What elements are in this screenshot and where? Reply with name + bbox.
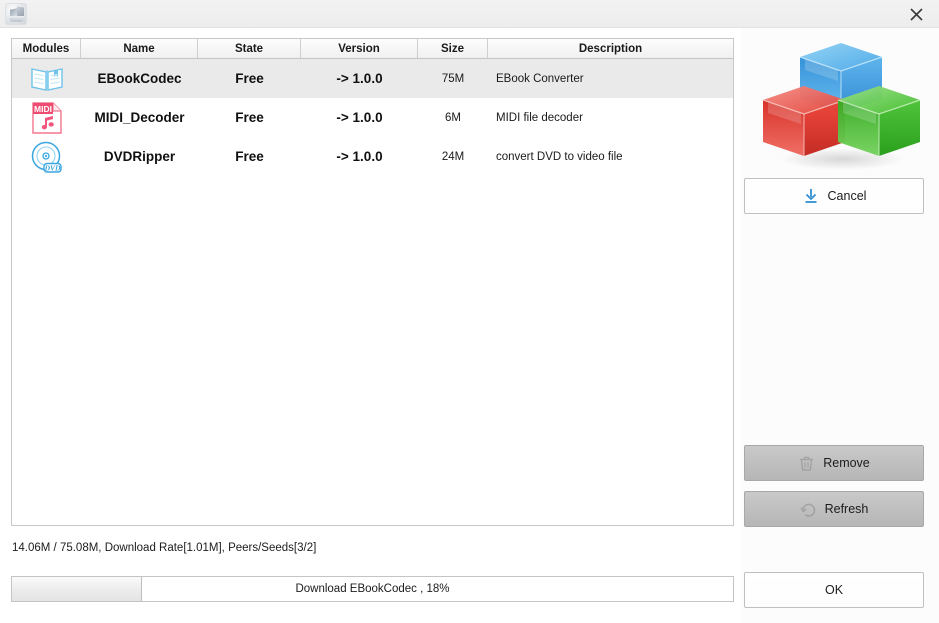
row-description: MIDI file decoder (496, 111, 583, 124)
refresh-button[interactable]: Refresh (744, 491, 924, 527)
column-header-state[interactable]: State (198, 39, 301, 58)
row-name: MIDI_Decoder (94, 110, 185, 125)
refresh-icon (800, 501, 817, 518)
ok-button-label: OK (824, 583, 844, 597)
app-modules-icon (5, 3, 27, 25)
trash-icon (798, 455, 815, 472)
column-header-name[interactable]: Name (81, 39, 198, 58)
row-version: -> 1.0.0 (336, 110, 383, 125)
cancel-button-label: Cancel (827, 189, 867, 203)
table-row[interactable]: EBookCodec Free -> 1.0.0 75M EBook Conve… (12, 59, 733, 98)
row-size: 24M (441, 150, 465, 163)
close-icon[interactable] (893, 0, 939, 28)
table-row[interactable]: DVD DVDRipper Free -> 1.0.0 24M convert … (12, 137, 733, 176)
row-version: -> 1.0.0 (336, 149, 383, 164)
cancel-button[interactable]: Cancel (744, 178, 924, 214)
row-state: Free (235, 149, 264, 164)
three-cubes-logo (760, 35, 923, 175)
modules-table[interactable]: Modules Name State Version Size Descript… (11, 38, 734, 526)
row-module-icon-cell: MIDI (12, 98, 81, 137)
row-description: EBook Converter (496, 72, 584, 85)
row-description: convert DVD to video file (496, 150, 623, 163)
table-header-row: Modules Name State Version Size Descript… (12, 39, 733, 59)
row-state: Free (235, 71, 264, 86)
midi-file-icon: MIDI (28, 101, 66, 135)
side-panel: Cancel Remove Refresh OK (742, 28, 939, 623)
row-module-icon-cell: DVD (12, 137, 81, 176)
dvd-disc-icon: DVD (28, 140, 66, 174)
column-header-modules[interactable]: Modules (12, 39, 81, 58)
title-bar (0, 0, 939, 28)
row-name: DVDRipper (103, 149, 176, 164)
table-row[interactable]: MIDI MIDI_Decoder Free -> 1.0.0 6M MIDI … (12, 98, 733, 137)
row-size: 75M (441, 72, 465, 85)
column-header-version[interactable]: Version (301, 39, 418, 58)
download-status-text: 14.06M / 75.08M, Download Rate[1.01M], P… (12, 542, 317, 554)
row-module-icon-cell (12, 59, 81, 98)
svg-text:MIDI: MIDI (34, 104, 52, 114)
download-arrow-icon (802, 187, 820, 205)
book-icon (28, 62, 66, 96)
download-progress-bar: Download EBookCodec , 18% (11, 576, 734, 602)
row-state: Free (235, 110, 264, 125)
svg-text:DVD: DVD (43, 163, 60, 172)
ok-button[interactable]: OK (744, 572, 924, 608)
row-name: EBookCodec (97, 71, 182, 86)
row-version: -> 1.0.0 (336, 71, 383, 86)
row-size: 6M (445, 111, 461, 124)
refresh-button-label: Refresh (824, 502, 869, 516)
column-header-description[interactable]: Description (488, 39, 733, 58)
progress-label: Download EBookCodec , 18% (295, 583, 450, 595)
remove-button[interactable]: Remove (744, 445, 924, 481)
remove-button-label: Remove (823, 456, 870, 470)
module-manager-window: Modules Name State Version Size Descript… (0, 0, 939, 623)
column-header-size[interactable]: Size (418, 39, 488, 58)
table-body: EBookCodec Free -> 1.0.0 75M EBook Conve… (12, 59, 733, 176)
